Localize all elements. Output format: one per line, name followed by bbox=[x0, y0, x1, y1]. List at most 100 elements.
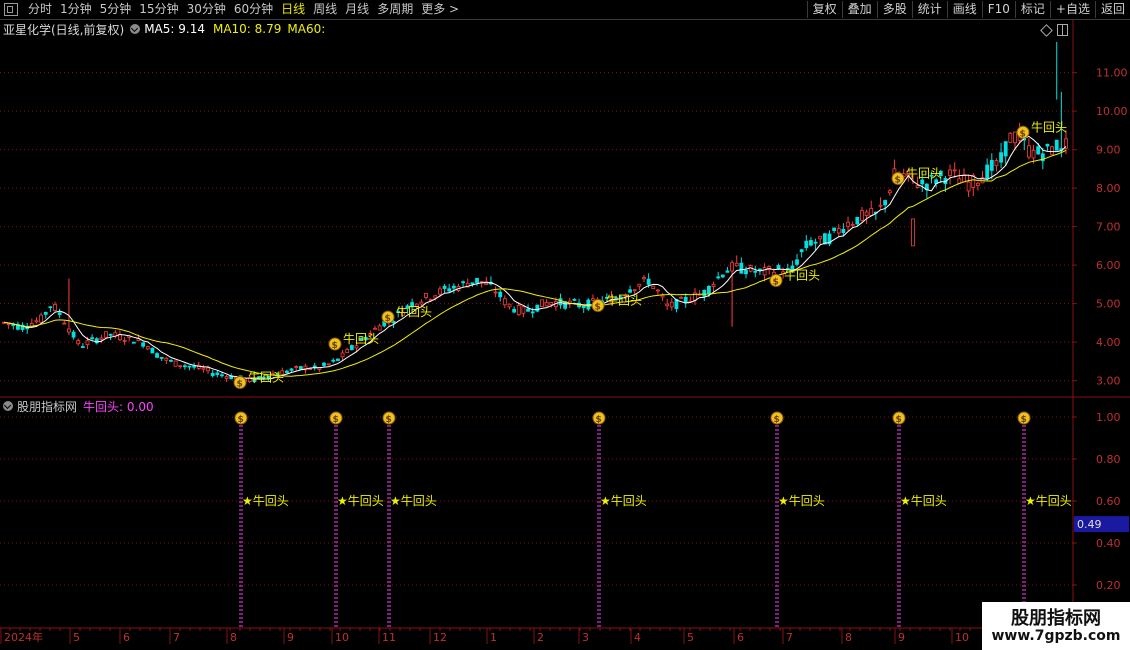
candle-body bbox=[530, 311, 535, 314]
money-bag-glyph: $ bbox=[596, 415, 602, 425]
candle-body bbox=[943, 178, 948, 185]
candle-body bbox=[892, 168, 897, 176]
money-bag-icon bbox=[769, 274, 783, 288]
candle-body bbox=[266, 375, 271, 379]
tab-1min[interactable]: 1分钟 bbox=[56, 0, 96, 19]
candle-body bbox=[345, 349, 350, 353]
time-axis-label: 7 bbox=[173, 631, 180, 644]
candle-body bbox=[781, 271, 786, 275]
candle-body bbox=[201, 367, 206, 370]
tab-5min[interactable]: 5分钟 bbox=[96, 0, 136, 19]
candle-body bbox=[581, 305, 586, 309]
time-axis-label: 11 bbox=[382, 631, 396, 644]
candle-body bbox=[312, 365, 317, 369]
candle-body bbox=[614, 297, 619, 300]
restore-rights-button[interactable]: 复权 bbox=[806, 1, 842, 18]
candle-body bbox=[739, 262, 744, 274]
draw-line-button[interactable]: 画线 bbox=[946, 1, 982, 18]
candle-body bbox=[869, 207, 874, 216]
statistics-button[interactable]: 统计 bbox=[911, 1, 947, 18]
sub-signal-label: ★牛回头 bbox=[778, 493, 825, 508]
candle-body bbox=[391, 320, 396, 324]
tab-multi-period[interactable]: 多周期 bbox=[373, 0, 417, 19]
tab-weekly[interactable]: 周线 bbox=[309, 0, 341, 19]
candle-body bbox=[697, 293, 702, 296]
candle-body bbox=[145, 346, 150, 350]
signal-label: 牛回头 bbox=[343, 331, 379, 346]
candle-body bbox=[771, 271, 776, 277]
candle-body bbox=[660, 294, 665, 298]
candle-body bbox=[438, 288, 442, 295]
candle-body bbox=[243, 378, 248, 382]
candle-body bbox=[354, 345, 359, 349]
candle-body bbox=[1040, 153, 1045, 162]
candle-body bbox=[924, 183, 929, 191]
time-axis-label: 9 bbox=[287, 631, 294, 644]
candle-body bbox=[846, 221, 850, 227]
top-toolbar: 分时 1分钟 5分钟 15分钟 30分钟 60分钟 日线 周线 月线 多周期 更… bbox=[0, 0, 1130, 20]
candle-body bbox=[1026, 145, 1031, 158]
candle-body bbox=[489, 281, 493, 285]
f10-button[interactable]: F10 bbox=[981, 1, 1015, 18]
tab-daily[interactable]: 日线 bbox=[277, 0, 309, 19]
add-watchlist-button[interactable]: +自选 bbox=[1049, 1, 1095, 18]
candle-body bbox=[595, 300, 600, 305]
candle-body bbox=[442, 285, 447, 289]
candle-body bbox=[558, 298, 563, 306]
candle-body bbox=[220, 374, 224, 377]
candle-body bbox=[688, 300, 693, 303]
candle-body bbox=[48, 306, 53, 309]
dropdown-circle-icon[interactable] bbox=[3, 401, 13, 411]
candle-body bbox=[586, 299, 591, 310]
tab-more[interactable]: 更多 > bbox=[417, 0, 463, 19]
candle-body bbox=[623, 294, 628, 297]
back-button[interactable]: 返回 bbox=[1094, 1, 1130, 18]
candle-body bbox=[414, 303, 419, 307]
candle-body bbox=[911, 218, 915, 247]
candle-body bbox=[994, 160, 999, 167]
watermark-box: 股朋指标网 www.7gpzb.com bbox=[982, 602, 1130, 650]
diamond-icon[interactable] bbox=[1040, 23, 1053, 37]
candle-body bbox=[113, 332, 118, 337]
candle-body bbox=[206, 367, 210, 372]
money-bag-icon bbox=[233, 376, 247, 390]
mark-button[interactable]: 标记 bbox=[1014, 1, 1050, 18]
overlay-button[interactable]: 叠加 bbox=[841, 1, 877, 18]
sub-axis-label: 0.60 bbox=[1096, 495, 1121, 508]
chart-corner-icons bbox=[1040, 23, 1068, 37]
tab-monthly[interactable]: 月线 bbox=[341, 0, 373, 19]
money-bag-glyph: $ bbox=[386, 415, 392, 425]
candle-body bbox=[989, 159, 994, 171]
kline-chart[interactable]: $ 牛回头 $ 牛回头 $ 牛回头 $ 牛回头 $ 牛回头 $ 牛回头 $ 牛回头 $ ★牛回头 $ ★牛回头 $… bbox=[0, 0, 1130, 650]
multi-stock-button[interactable]: 多股 bbox=[876, 1, 912, 18]
candle-body bbox=[901, 173, 906, 177]
candle-body bbox=[424, 293, 428, 298]
candle-body bbox=[20, 324, 25, 330]
candle-body bbox=[813, 241, 818, 244]
panel-toggle-icon[interactable] bbox=[1057, 24, 1068, 36]
window-icon[interactable] bbox=[4, 3, 18, 16]
candle-body bbox=[693, 292, 697, 301]
candle-body bbox=[400, 312, 405, 316]
money-bag-glyph: $ bbox=[595, 303, 601, 313]
candle-body bbox=[16, 323, 20, 330]
tab-60min[interactable]: 60分钟 bbox=[230, 0, 277, 19]
sub-signal-label: ★牛回头 bbox=[337, 493, 384, 508]
tab-30min[interactable]: 30分钟 bbox=[183, 0, 230, 19]
sub-axis-label: 0.80 bbox=[1096, 453, 1121, 466]
tab-fenshi[interactable]: 分时 bbox=[24, 0, 56, 19]
candle-body bbox=[540, 299, 544, 308]
current-value-badge-text: 0.49 bbox=[1077, 518, 1102, 531]
dropdown-circle-icon[interactable] bbox=[130, 24, 141, 34]
candle-body bbox=[934, 179, 939, 184]
candle-body bbox=[215, 372, 220, 375]
candle-body bbox=[827, 233, 832, 245]
candle-body bbox=[809, 240, 813, 246]
candle-body bbox=[247, 377, 252, 382]
tab-15min[interactable]: 15分钟 bbox=[135, 0, 182, 19]
period-tabs: 分时 1分钟 5分钟 15分钟 30分钟 60分钟 日线 周线 月线 多周期 更… bbox=[0, 0, 463, 19]
signal-label: 牛回头 bbox=[606, 293, 642, 308]
time-axis-label: 5 bbox=[73, 631, 80, 644]
candle-body bbox=[591, 298, 595, 301]
candle-body bbox=[507, 303, 512, 308]
